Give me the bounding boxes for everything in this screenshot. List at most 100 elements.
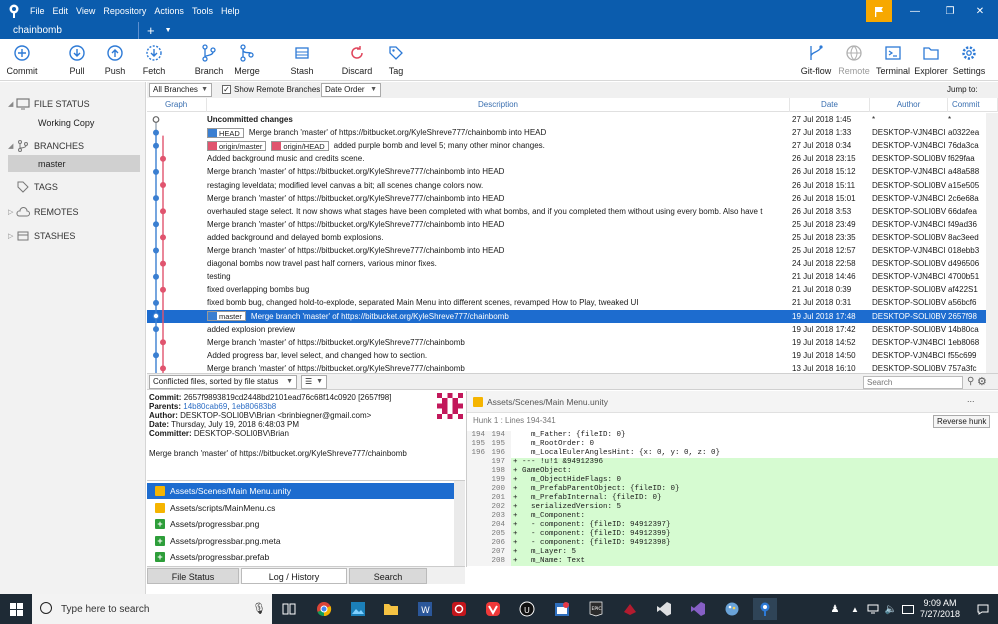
- commit-row[interactable]: Added background music and credits scene…: [147, 152, 986, 165]
- sidebar-stashes[interactable]: ▷ STASHES: [8, 230, 75, 242]
- game-app-icon[interactable]: [619, 598, 641, 620]
- commit-row[interactable]: Merge branch 'master' of https://bitbuck…: [147, 362, 986, 373]
- windows-start-icon[interactable]: [5, 598, 27, 620]
- discard-button[interactable]: Discard: [340, 39, 374, 81]
- microphone-icon[interactable]: 🎙: [252, 602, 266, 615]
- photos-app-icon[interactable]: [347, 598, 369, 620]
- graph-commit-node[interactable]: [152, 116, 160, 123]
- file-explorer-icon[interactable]: [380, 598, 402, 620]
- task-view-icon[interactable]: [278, 598, 300, 620]
- graph-commit-node[interactable]: [152, 352, 160, 359]
- sourcetree-taskbar-icon[interactable]: [753, 598, 777, 620]
- more-options-icon[interactable]: ...: [967, 394, 975, 404]
- commit-row[interactable]: Merge branch 'master' of https://bitbuck…: [147, 165, 986, 178]
- order-dropdown[interactable]: Date Order ▼: [321, 83, 381, 97]
- branch-label-badge[interactable]: HEAD: [207, 127, 244, 138]
- people-icon[interactable]: ♟: [824, 598, 846, 620]
- new-tab-icon[interactable]: +: [147, 22, 155, 39]
- sidebar-branches[interactable]: ◢ BRANCHES: [8, 140, 84, 152]
- push-button[interactable]: Push: [102, 39, 128, 81]
- graph-commit-node[interactable]: [152, 142, 160, 149]
- view-mode-dropdown[interactable]: ☰ ▼: [301, 375, 327, 389]
- graph-commit-node[interactable]: [160, 339, 167, 346]
- commit-row[interactable]: origin/master origin/HEAD added purple bom…: [147, 139, 986, 152]
- commit-button[interactable]: Commit: [6, 39, 38, 81]
- graph-commit-node[interactable]: [160, 181, 167, 188]
- branch-label-badge[interactable]: origin/master: [207, 140, 267, 151]
- tab-chainbomb[interactable]: chainbomb: [0, 22, 139, 39]
- expand-icon[interactable]: ▷: [8, 232, 16, 240]
- taskbar-clock[interactable]: 9:09 AM 7/27/2018: [915, 598, 965, 620]
- tab-file-status[interactable]: File Status: [147, 568, 239, 584]
- parent-link-2[interactable]: 1eb80683b8: [232, 402, 277, 411]
- commit-row[interactable]: Merge branch 'master' of https://bitbuck…: [147, 218, 986, 231]
- graph-commit-node[interactable]: [152, 168, 160, 175]
- commit-row[interactable]: overhauled stage select. It now shows wh…: [147, 205, 986, 218]
- notification-flag-icon[interactable]: [866, 0, 892, 22]
- graph-commit-node[interactable]: [152, 273, 160, 280]
- commit-row[interactable]: Merge branch 'master' of https://bitbuck…: [147, 244, 986, 257]
- settings-button[interactable]: Settings: [952, 39, 986, 81]
- menu-actions[interactable]: Actions: [154, 0, 192, 22]
- close-icon[interactable]: ✕: [962, 0, 998, 22]
- commit-list-scrollbar[interactable]: [986, 113, 998, 373]
- commit-row[interactable]: fixed overlapping bombs bug 21 Jul 2018 0…: [147, 283, 986, 296]
- gear-icon[interactable]: ⚙: [977, 375, 987, 388]
- graph-commit-node[interactable]: [152, 221, 160, 228]
- commit-row[interactable]: diagonal bombs now travel past half corn…: [147, 257, 986, 270]
- paint-app-icon[interactable]: [721, 598, 743, 620]
- menu-tools[interactable]: Tools: [192, 0, 221, 22]
- sidebar-item-working-copy[interactable]: Working Copy: [38, 118, 94, 128]
- commit-row[interactable]: added explosion preview 19 Jul 2018 17:42…: [147, 323, 986, 336]
- collapse-icon[interactable]: ◢: [8, 100, 16, 108]
- git-flow-button[interactable]: Git-flow: [800, 39, 832, 81]
- file-row[interactable]: + Assets/progressbar.png.meta: [147, 533, 454, 549]
- file-row[interactable]: + Assets/progressbar.png: [147, 516, 454, 532]
- graph-commit-node[interactable]: [152, 247, 160, 254]
- chrome-icon[interactable]: [313, 598, 335, 620]
- commit-row[interactable]: testing 21 Jul 2018 14:46 DESKTOP-VJN4BCI 4…: [147, 270, 986, 283]
- visual-studio-purple-icon[interactable]: [687, 598, 709, 620]
- menu-edit[interactable]: Edit: [53, 0, 77, 22]
- jump-to-label[interactable]: Jump to:: [947, 85, 978, 94]
- sidebar-remotes[interactable]: ▷ REMOTES: [8, 206, 79, 218]
- collapse-icon[interactable]: ◢: [8, 142, 16, 150]
- fetch-button[interactable]: Fetch: [140, 39, 168, 81]
- commit-row[interactable]: HEAD Merge branch 'master' of https://bit…: [147, 126, 986, 139]
- word-icon[interactable]: W: [414, 598, 436, 620]
- commit-row[interactable]: added background and delayed bomb explos…: [147, 231, 986, 244]
- pull-button[interactable]: Pull: [64, 39, 90, 81]
- column-description[interactable]: Description: [207, 98, 790, 112]
- branch-label-badge[interactable]: master: [207, 311, 246, 321]
- graph-commit-node[interactable]: [152, 299, 160, 306]
- stash-button[interactable]: Stash: [288, 39, 316, 81]
- parent-link-1[interactable]: 14b80cab69: [183, 402, 227, 411]
- search-input[interactable]: [863, 376, 963, 389]
- branch-label-badge[interactable]: origin/HEAD: [271, 140, 329, 151]
- taskbar-search-box[interactable]: Type here to search 🎙: [32, 594, 272, 624]
- show-remote-checkbox[interactable]: ✓: [222, 85, 231, 94]
- file-row[interactable]: Assets/Scenes/Main Menu.unity: [147, 483, 454, 499]
- minimize-icon[interactable]: —: [897, 0, 933, 22]
- notification-center-icon[interactable]: [972, 598, 994, 620]
- column-date[interactable]: Date: [790, 98, 870, 112]
- tab-search[interactable]: Search: [349, 568, 427, 584]
- sidebar-item-master[interactable]: master: [38, 159, 66, 169]
- graph-commit-node[interactable]: [152, 195, 160, 202]
- visual-studio-icon[interactable]: [653, 598, 675, 620]
- commit-row[interactable]: Added progress bar, level select, and ch…: [147, 349, 986, 362]
- graph-commit-node[interactable]: [152, 129, 160, 136]
- graph-commit-node[interactable]: [160, 286, 167, 293]
- vivaldi-icon[interactable]: [482, 598, 504, 620]
- commit-row[interactable]: restaging leveldata; modified level canv…: [147, 179, 986, 192]
- file-list-scrollbar[interactable]: [454, 481, 465, 567]
- menu-repository[interactable]: Repository: [103, 0, 154, 22]
- file-sort-dropdown[interactable]: Conflicted files, sorted by file status ▼: [149, 375, 297, 389]
- commit-row[interactable]: fixed bomb bug, changed hold-to-explode,…: [147, 296, 986, 309]
- graph-commit-node[interactable]: [152, 312, 160, 320]
- terminal-button[interactable]: Terminal: [876, 39, 910, 81]
- branch-button[interactable]: Branch: [194, 39, 224, 81]
- merge-button[interactable]: Merge: [232, 39, 262, 81]
- graph-commit-node[interactable]: [160, 208, 167, 215]
- calendar-app-icon[interactable]: [551, 598, 573, 620]
